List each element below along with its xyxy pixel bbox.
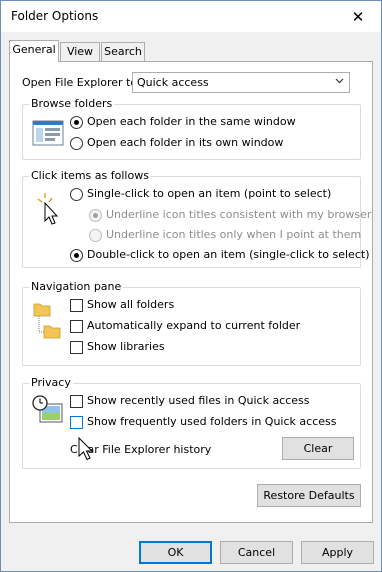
chevron-down-icon: [335, 78, 344, 84]
window-title: Folder Options: [11, 9, 99, 23]
double-click-label[interactable]: Double-click to open an item (single-cli…: [87, 248, 369, 261]
tab-general[interactable]: General: [9, 40, 59, 62]
cancel-button[interactable]: Cancel: [220, 541, 293, 564]
folder-options-window: Folder Options ✕ General View Search Ope…: [0, 0, 382, 572]
mouse-pointer-icon: [78, 437, 94, 461]
privacy-group: Privacy Show recently used files in Quic…: [22, 376, 361, 469]
close-icon: ✕: [351, 7, 365, 26]
same-window-radio[interactable]: [70, 116, 83, 129]
privacy-title: Privacy: [29, 376, 73, 389]
tab-view[interactable]: View: [60, 42, 100, 61]
underline-point-label[interactable]: Underline icon titles only when I point …: [106, 228, 361, 241]
restore-defaults-button[interactable]: Restore Defaults: [257, 484, 361, 507]
click-items-title: Click items as follows: [29, 169, 151, 182]
click-items-group: Click items as follows Single-click to o…: [22, 169, 371, 268]
auto-expand-checkbox[interactable]: [70, 320, 83, 333]
frequent-folders-label[interactable]: Show frequently used folders in Quick ac…: [87, 415, 336, 428]
tab-search[interactable]: Search: [101, 42, 145, 61]
show-all-folders-label[interactable]: Show all folders: [87, 298, 174, 311]
underline-consistent-radio[interactable]: [89, 209, 102, 222]
frequent-folders-checkbox[interactable]: [70, 416, 83, 429]
own-window-label[interactable]: Open each folder in its own window: [87, 136, 283, 149]
show-libraries-checkbox[interactable]: [70, 341, 83, 354]
title-bar[interactable]: Folder Options ✕: [1, 1, 381, 32]
own-window-radio[interactable]: [70, 137, 83, 150]
navigation-pane-title: Navigation pane: [29, 280, 124, 293]
underline-point-radio[interactable]: [89, 229, 102, 242]
show-libraries-label[interactable]: Show libraries: [87, 340, 165, 353]
clear-history-button[interactable]: Clear: [282, 437, 354, 460]
open-explorer-value: Quick access: [137, 76, 209, 89]
single-click-label[interactable]: Single-click to open an item (point to s…: [87, 187, 331, 200]
underline-consistent-label[interactable]: Underline icon titles consistent with my…: [106, 208, 371, 221]
same-window-label[interactable]: Open each folder in the same window: [87, 115, 296, 128]
window-icon: [32, 120, 64, 146]
open-explorer-dropdown[interactable]: Quick access: [132, 72, 350, 93]
show-all-folders-checkbox[interactable]: [70, 299, 83, 312]
browse-folders-title: Browse folders: [29, 97, 115, 110]
privacy-icon: [32, 395, 63, 423]
double-click-radio[interactable]: [70, 249, 83, 262]
close-button[interactable]: ✕: [335, 1, 381, 32]
general-tab-panel: Open File Explorer to: Quick access Brow…: [9, 61, 373, 523]
navigation-pane-group: Navigation pane Show all folders Automat…: [22, 280, 361, 366]
recent-files-checkbox[interactable]: [70, 395, 83, 408]
folder-tree-icon: [33, 303, 61, 339]
recent-files-label[interactable]: Show recently used files in Quick access: [87, 394, 310, 407]
single-click-radio[interactable]: [70, 188, 83, 201]
browse-folders-group: Browse folders Open each folder in the s…: [22, 97, 361, 160]
auto-expand-label[interactable]: Automatically expand to current folder: [87, 319, 300, 332]
open-explorer-label: Open File Explorer to:: [22, 76, 141, 89]
apply-button[interactable]: Apply: [301, 541, 374, 564]
pointer-click-icon: [37, 193, 59, 225]
ok-button[interactable]: OK: [139, 541, 212, 564]
